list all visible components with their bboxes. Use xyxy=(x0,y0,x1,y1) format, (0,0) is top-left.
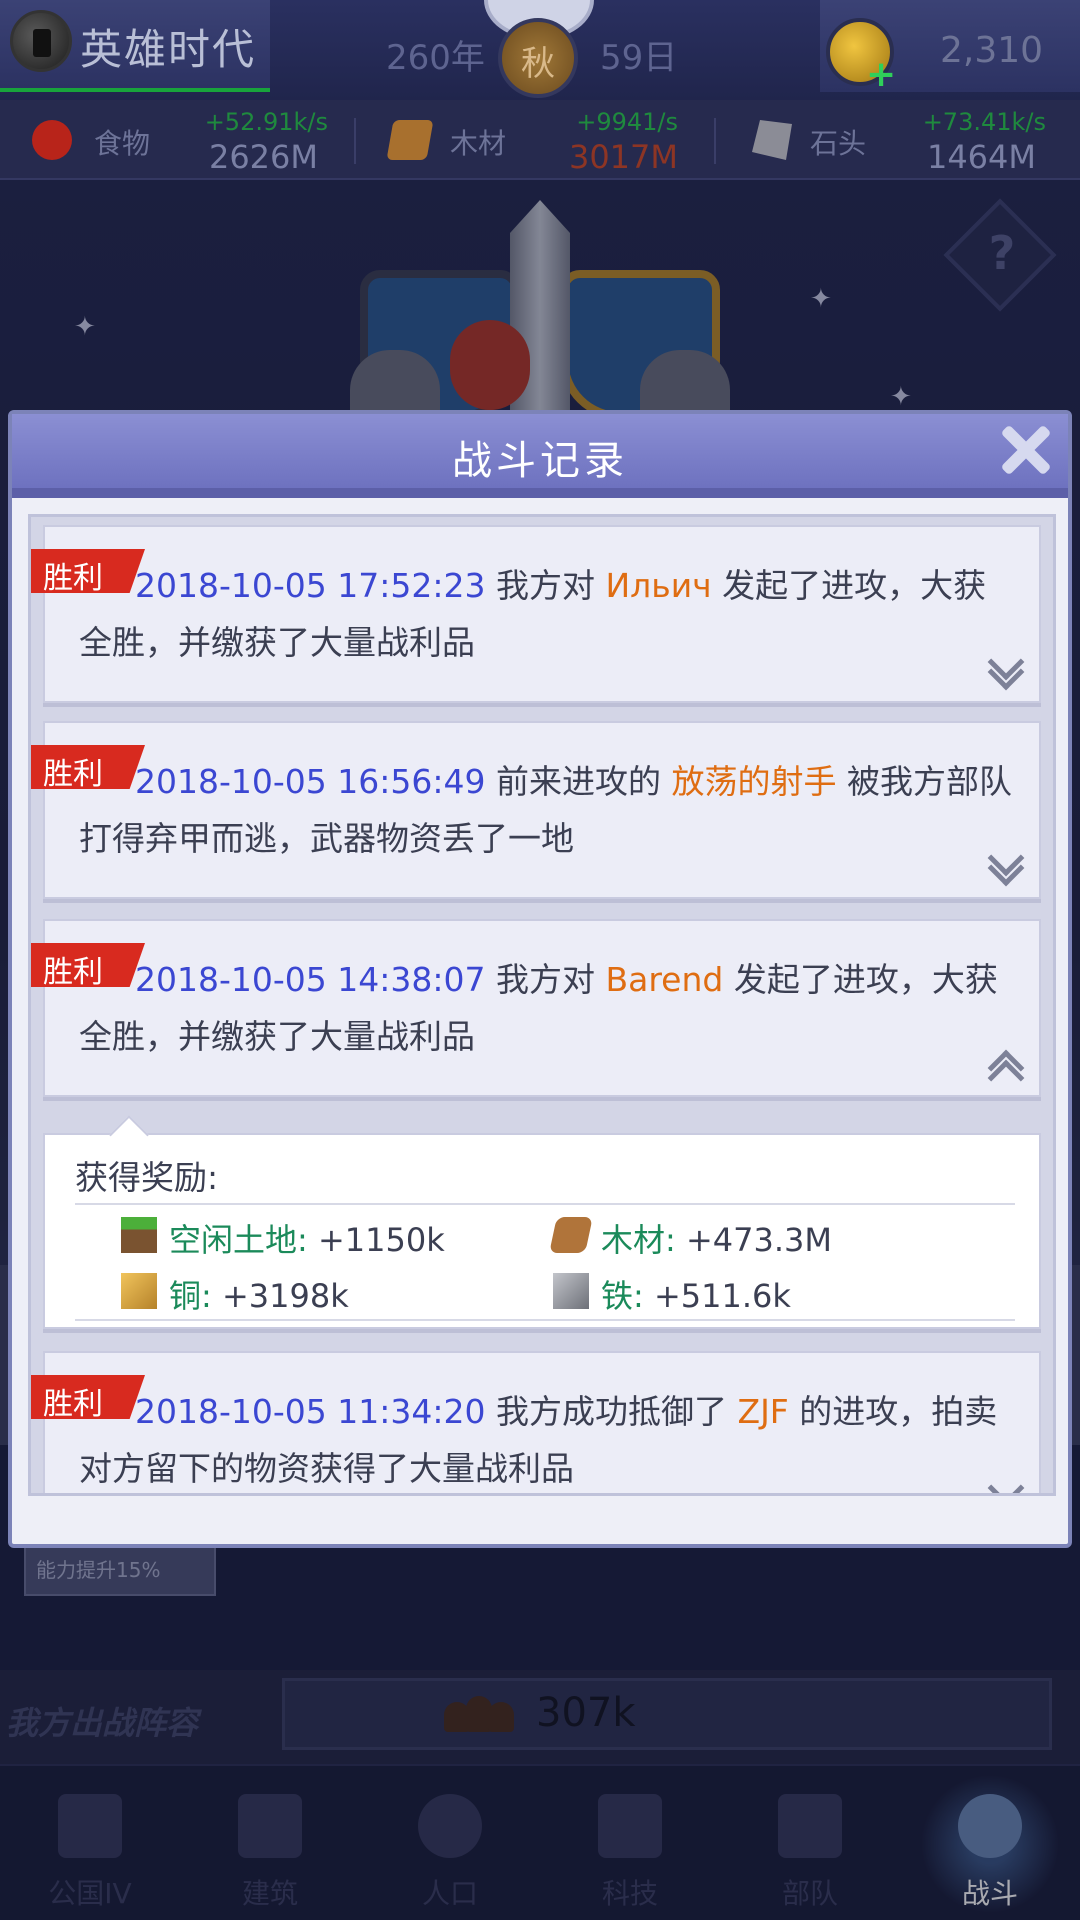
opponent-name[interactable]: ZJF xyxy=(737,1392,788,1431)
stone-icon xyxy=(752,120,792,160)
expand-chevron-icon[interactable] xyxy=(987,839,1025,887)
record-message: 2018-10-05 14:38:07 我方对 Barend 发起了进攻，大获全… xyxy=(79,951,1019,1065)
resource-name: 石头 xyxy=(810,127,867,160)
resource-stone[interactable]: 石头 +73.41k/s 1464M xyxy=(720,100,1080,180)
resource-food[interactable]: 食物 +52.91k/s 2626M xyxy=(0,100,350,180)
reward-item: 木材: +473.3M xyxy=(601,1215,832,1261)
dialog-title: 战斗记录 xyxy=(452,438,628,484)
gold-amount: 2,310 xyxy=(940,30,1044,71)
food-apple-icon xyxy=(32,120,72,160)
reward-value: +473.3M xyxy=(675,1221,832,1259)
game-title: 英雄时代 xyxy=(80,25,257,74)
record-text: 我方对 xyxy=(485,566,606,605)
opponent-name[interactable]: Ильич xyxy=(605,566,711,605)
battle-record-dialog: 战斗记录 胜利 2018-10-05 17:52:23 我方对 Ильич 发起… xyxy=(8,410,1072,1548)
resource-amount: 3017M xyxy=(568,138,678,176)
divider xyxy=(354,118,356,164)
close-icon[interactable] xyxy=(994,418,1056,480)
reward-value: +3198k xyxy=(211,1277,349,1315)
resource-name: 木材 xyxy=(450,127,507,160)
reward-item: 铁: +511.6k xyxy=(601,1271,791,1317)
reward-key: 铜: xyxy=(169,1277,212,1315)
record-time: 2018-10-05 17:52:23 xyxy=(135,566,486,605)
wood-logs-icon xyxy=(386,120,434,160)
record-text: 前来进攻的 xyxy=(485,762,672,801)
divider xyxy=(75,1319,1015,1321)
game-screen: 英雄时代 260年 秋 59日 + 2,310 食物 +52.91k/s 262… xyxy=(0,0,1080,1920)
reward-panel: 获得奖励: 空闲土地: +1150k 木材: +473.3M 铜: +3198k… xyxy=(43,1133,1041,1329)
resource-amount: 2626M xyxy=(208,138,318,176)
day-label: 59日 xyxy=(600,38,678,78)
record-time: 2018-10-05 11:34:20 xyxy=(135,1392,486,1431)
reward-key: 木材: xyxy=(601,1221,676,1259)
record-message: 2018-10-05 17:52:23 我方对 Ильич 发起了进攻，大获全胜… xyxy=(79,557,1019,671)
record-time: 2018-10-05 16:56:49 xyxy=(135,762,486,801)
record-text: 我方成功抵御了 xyxy=(485,1392,738,1431)
resource-bar: 食物 +52.91k/s 2626M 木材 +9941/s 3017M 石头 +… xyxy=(0,100,1080,180)
reward-item: 空闲土地: +1150k xyxy=(169,1215,445,1261)
top-status-bar: 英雄时代 260年 秋 59日 + 2,310 xyxy=(0,0,1080,100)
record-text: 我方对 xyxy=(485,960,606,999)
battle-record-card[interactable]: 胜利 2018-10-05 17:52:23 我方对 Ильич 发起了进攻，大… xyxy=(31,525,1041,703)
divider xyxy=(75,1203,1015,1205)
resource-name: 食物 xyxy=(94,127,151,160)
reward-item: 铜: +3198k xyxy=(169,1271,349,1317)
iron-block-icon xyxy=(553,1273,589,1309)
year-label: 260年 xyxy=(386,38,485,78)
opponent-name[interactable]: Barend xyxy=(605,960,723,999)
resource-rate: +52.91k/s xyxy=(204,108,328,136)
resource-wood[interactable]: 木材 +9941/s 3017M xyxy=(360,100,710,180)
collapse-chevron-icon[interactable] xyxy=(987,1049,1025,1097)
divider xyxy=(714,118,716,164)
expand-chevron-icon[interactable] xyxy=(987,1469,1025,1493)
battle-record-list[interactable]: 胜利 2018-10-05 17:52:23 我方对 Ильич 发起了进攻，大… xyxy=(28,514,1056,1496)
resource-rate: +73.41k/s xyxy=(922,108,1046,136)
battle-record-card[interactable]: 胜利 2018-10-05 16:56:49 前来进攻的 放荡的射手 被我方部队… xyxy=(31,721,1041,899)
record-message: 2018-10-05 16:56:49 前来进攻的 放荡的射手 被我方部队打得弃… xyxy=(79,753,1019,867)
resource-amount: 1464M xyxy=(926,138,1036,176)
season-badge: 秋 xyxy=(498,18,578,98)
record-time: 2018-10-05 14:38:07 xyxy=(135,960,486,999)
expand-chevron-icon[interactable] xyxy=(987,643,1025,691)
reward-title: 获得奖励: xyxy=(75,1158,219,1197)
grass-block-icon xyxy=(121,1217,157,1253)
reward-key: 空闲土地: xyxy=(169,1221,308,1259)
record-message: 2018-10-05 11:34:20 我方成功抵御了 ZJF 的进攻，拍卖对方… xyxy=(79,1383,1019,1493)
battle-record-card[interactable]: 胜利 2018-10-05 11:34:20 我方成功抵御了 ZJF 的进攻，拍… xyxy=(31,1351,1041,1493)
reward-value: +511.6k xyxy=(643,1277,791,1315)
dialog-header: 战斗记录 xyxy=(12,414,1068,498)
battle-record-card[interactable]: 胜利 2018-10-05 14:38:07 我方对 Barend 发起了进攻，… xyxy=(31,919,1041,1097)
opponent-name[interactable]: 放荡的射手 xyxy=(671,762,836,801)
season-label: 秋 xyxy=(521,44,555,84)
resource-rate: +9941/s xyxy=(576,108,678,136)
copper-block-icon xyxy=(121,1273,157,1309)
helmet-icon[interactable] xyxy=(10,10,72,72)
reward-value: +1150k xyxy=(307,1221,445,1259)
wood-logs-icon xyxy=(549,1217,593,1253)
add-gold-icon[interactable]: + xyxy=(866,54,896,95)
reward-key: 铁: xyxy=(601,1277,644,1315)
